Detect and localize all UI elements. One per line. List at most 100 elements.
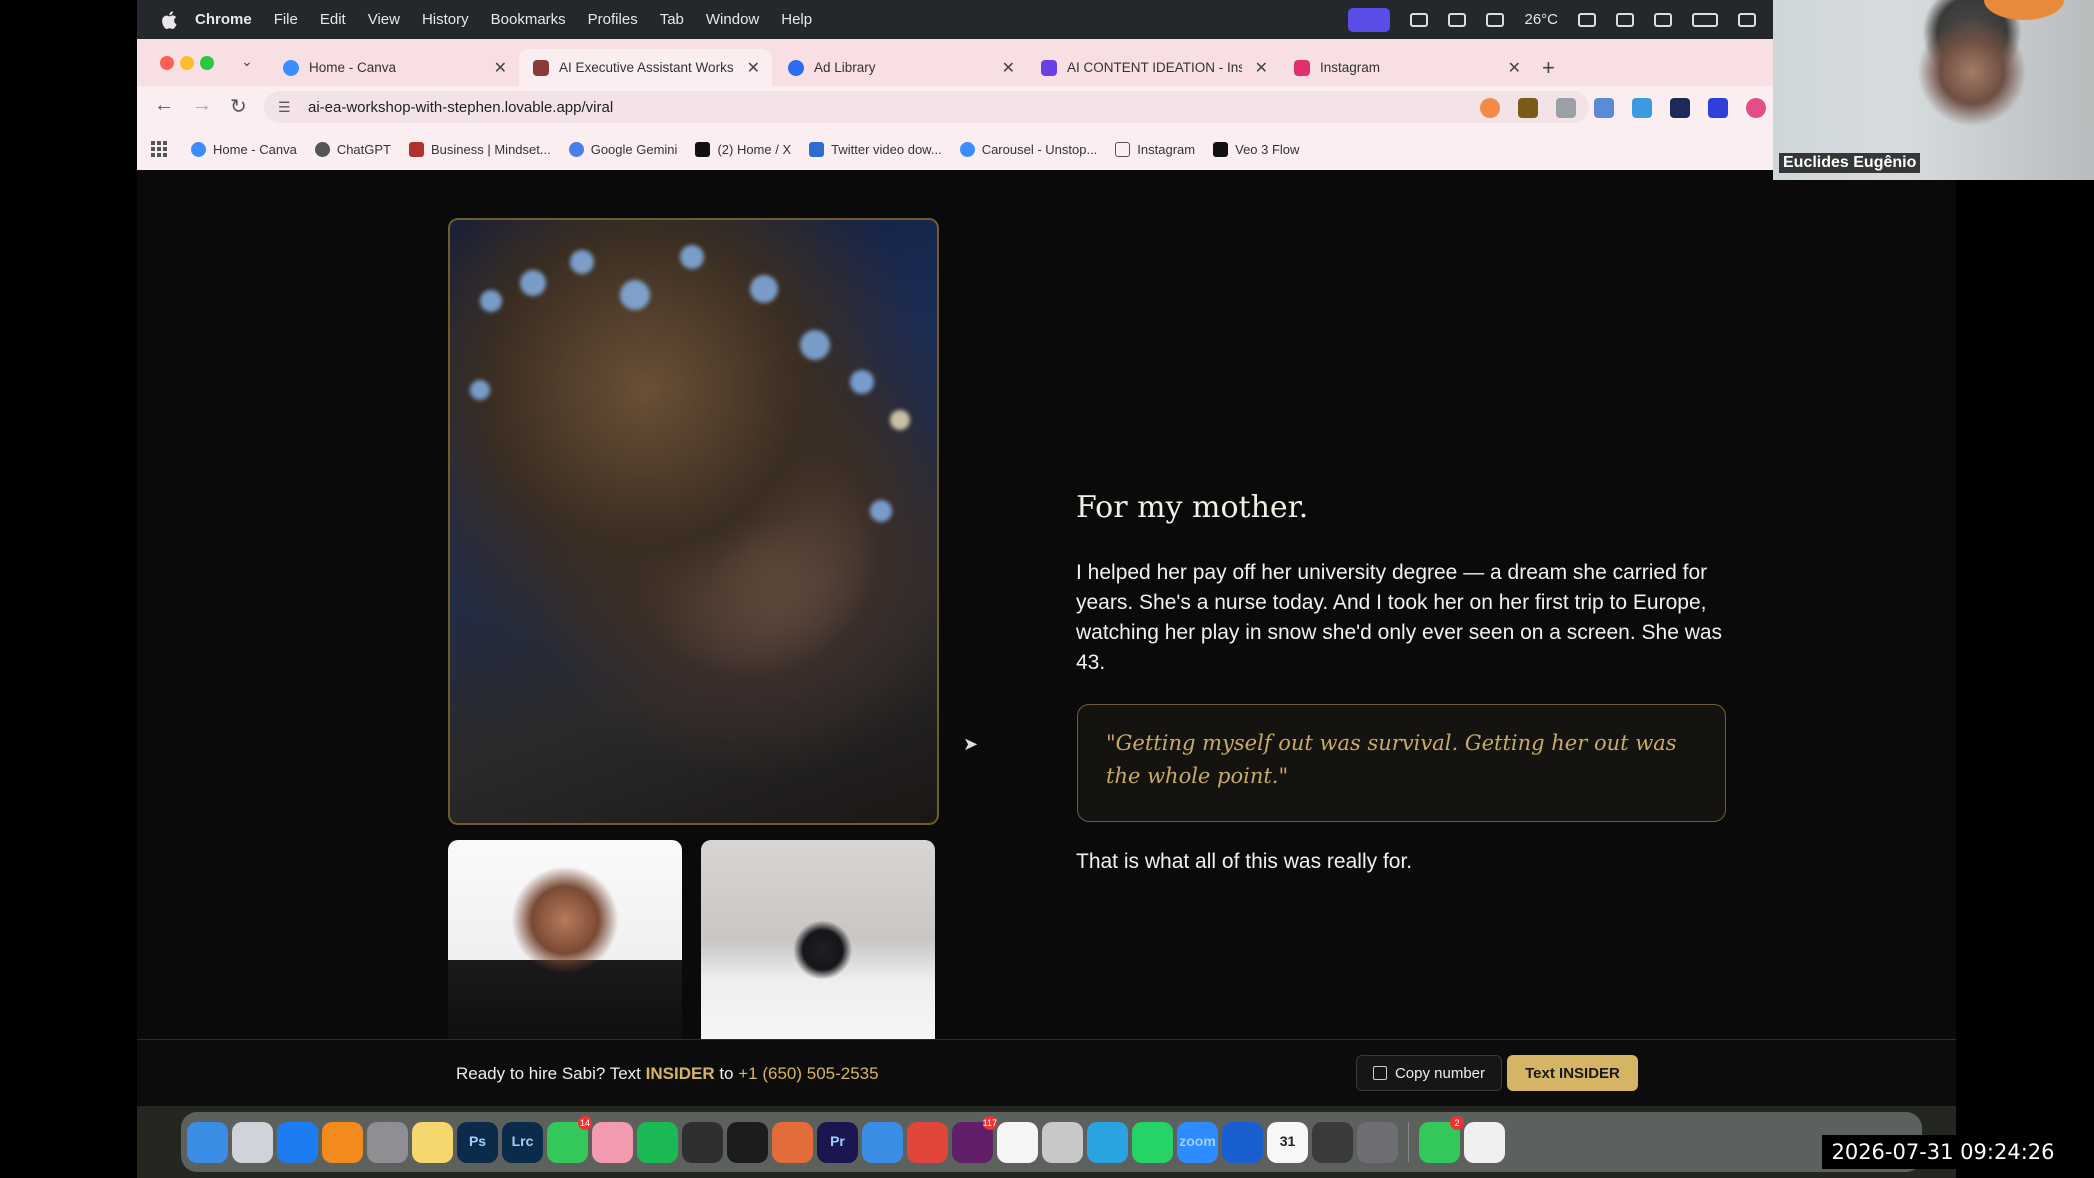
new-tab-icon[interactable]: + <box>1542 55 1555 81</box>
bookmark-business-mindset[interactable]: Business | Mindset... <box>409 141 551 157</box>
back-icon[interactable]: ← <box>154 94 174 117</box>
battery-icon[interactable] <box>1692 12 1718 27</box>
extension-icon[interactable] <box>1556 98 1576 118</box>
photos-icon[interactable] <box>592 1121 633 1163</box>
claude-extension-icon[interactable] <box>1480 98 1500 118</box>
close-window-button[interactable] <box>160 56 174 70</box>
menu-view[interactable]: View <box>368 11 400 28</box>
focus-icon[interactable] <box>1486 12 1505 27</box>
bookmark-carousel[interactable]: Carousel - Unstop... <box>959 141 1097 157</box>
menu-history[interactable]: History <box>422 11 469 28</box>
dock-separator <box>1408 1122 1409 1162</box>
chrome-icon[interactable] <box>907 1121 948 1163</box>
extension-icon[interactable] <box>1594 98 1614 118</box>
tab-instagram[interactable]: Instagram ✕ <box>1280 49 1533 86</box>
chatgpt-icon[interactable] <box>682 1121 723 1163</box>
menu-tab[interactable]: Tab <box>660 11 684 28</box>
bookmark-veo-flow[interactable]: Veo 3 Flow <box>1213 141 1299 157</box>
tab-ai-content-ideation[interactable]: AI CONTENT IDEATION - Inst ✕ <box>1027 49 1280 86</box>
tab-ad-library[interactable]: Ad Library ✕ <box>774 49 1027 86</box>
perplexity-icon[interactable] <box>727 1121 768 1163</box>
textedit-icon[interactable] <box>1464 1121 1505 1163</box>
snow-photo <box>701 840 935 1040</box>
bookmark-label: Home - Canva <box>213 141 297 157</box>
books-icon[interactable] <box>322 1121 363 1163</box>
messages-icon[interactable]: 14 <box>547 1115 592 1163</box>
photoshop-icon[interactable]: Ps <box>457 1121 498 1163</box>
close-tab-icon[interactable]: ✕ <box>494 58 507 78</box>
monitor-icon[interactable] <box>1578 12 1596 27</box>
menu-bookmarks[interactable]: Bookmarks <box>491 11 566 28</box>
tab-label: AI CONTENT IDEATION - Inst <box>1067 60 1242 75</box>
safari-icon[interactable] <box>862 1121 903 1163</box>
claude-icon[interactable] <box>772 1121 813 1163</box>
bookmark-instagram[interactable]: Instagram <box>1115 141 1195 157</box>
weather-status[interactable]: 26°C <box>1524 11 1558 28</box>
vpn-icon[interactable] <box>1448 12 1467 27</box>
apple-icon[interactable] <box>159 9 181 31</box>
bookmark-chatgpt[interactable]: ChatGPT <box>314 141 391 157</box>
bluetooth-icon[interactable] <box>1616 12 1634 27</box>
onepassword-icon[interactable] <box>1222 1121 1263 1163</box>
calculator-icon[interactable] <box>1312 1121 1353 1163</box>
facetime-icon[interactable]: 2 <box>1419 1115 1464 1163</box>
backup-icon[interactable] <box>1042 1121 1083 1163</box>
tab-search-chevron-icon[interactable]: ⌄ <box>241 53 253 70</box>
text-insider-button[interactable]: Text INSIDER <box>1507 1055 1638 1091</box>
monday-icon[interactable] <box>997 1121 1038 1163</box>
tab-ai-executive-assistant[interactable]: AI Executive Assistant Works ✕ <box>519 49 772 86</box>
premiere-icon[interactable]: Pr <box>817 1121 858 1163</box>
close-tab-icon[interactable]: ✕ <box>747 58 760 78</box>
x-extension-icon[interactable] <box>1632 98 1652 118</box>
lightroom-icon[interactable]: Lrc <box>502 1121 543 1163</box>
whatsapp-icon[interactable] <box>1132 1121 1173 1163</box>
extension-icon[interactable] <box>1708 98 1728 118</box>
close-tab-icon[interactable]: ✕ <box>1508 58 1521 78</box>
media-play-icon[interactable] <box>1654 12 1672 27</box>
telegram-icon[interactable] <box>1087 1121 1128 1163</box>
zoom-window-button[interactable] <box>200 56 214 70</box>
menu-help[interactable]: Help <box>781 11 812 28</box>
reload-icon[interactable]: ↻ <box>230 94 247 119</box>
tab-label: AI Executive Assistant Works <box>559 60 734 75</box>
app-menu-chrome[interactable]: Chrome <box>195 11 252 28</box>
settings-icon[interactable] <box>367 1121 408 1163</box>
macos-dock: Ps Lrc 14 Pr 117 zoom 31 2 <box>181 1112 1922 1172</box>
screen-sharing-icon[interactable] <box>1348 7 1391 32</box>
wifi-icon[interactable] <box>1738 12 1756 27</box>
bookmark-home-x[interactable]: (2) Home / X <box>695 141 792 157</box>
bookmark-google-gemini[interactable]: Google Gemini <box>568 141 677 157</box>
close-tab-icon[interactable]: ✕ <box>1255 58 1268 78</box>
menu-profiles[interactable]: Profiles <box>588 11 638 28</box>
iphone-mirroring-icon[interactable] <box>1357 1121 1398 1163</box>
bookmark-label: (2) Home / X <box>717 141 792 157</box>
tab-home-canva[interactable]: Home - Canva ✕ <box>269 49 519 86</box>
slack-icon[interactable]: 117 <box>952 1115 997 1163</box>
notion-extension-icon[interactable] <box>1670 98 1690 118</box>
menu-file[interactable]: File <box>274 11 298 28</box>
bookmark-home-canva[interactable]: Home - Canva <box>191 141 297 157</box>
forward-icon[interactable]: → <box>192 94 212 117</box>
app-store-icon[interactable] <box>277 1121 318 1163</box>
site-info-icon[interactable]: ☰ <box>278 99 294 115</box>
extension-icon[interactable] <box>1518 98 1538 118</box>
finder-icon[interactable] <box>187 1121 228 1163</box>
menu-window[interactable]: Window <box>706 11 759 28</box>
address-bar[interactable]: ☰ ai-ea-workshop-with-stephen.lovable.ap… <box>264 91 1589 123</box>
zoom-icon[interactable]: zoom <box>1177 1121 1218 1163</box>
notes-icon[interactable] <box>412 1121 453 1163</box>
display-icon[interactable] <box>1410 12 1429 27</box>
minimize-window-button[interactable] <box>180 56 194 70</box>
close-tab-icon[interactable]: ✕ <box>1002 58 1015 78</box>
menu-edit[interactable]: Edit <box>320 11 346 28</box>
apps-grid-icon[interactable] <box>151 141 167 157</box>
calendar-icon[interactable]: 31 <box>1267 1121 1308 1163</box>
spotify-icon[interactable] <box>637 1121 678 1163</box>
copy-number-button[interactable]: Copy number <box>1356 1055 1502 1091</box>
launchpad-icon[interactable] <box>232 1121 273 1163</box>
veo-icon <box>1213 141 1229 157</box>
cta-phone-link[interactable]: +1 (650) 505-2535 <box>738 1064 878 1083</box>
extension-icon[interactable] <box>1746 98 1766 118</box>
bookmark-twitter-video[interactable]: Twitter video dow... <box>809 141 942 157</box>
address-url[interactable]: ai-ea-workshop-with-stephen.lovable.app/… <box>308 99 613 116</box>
